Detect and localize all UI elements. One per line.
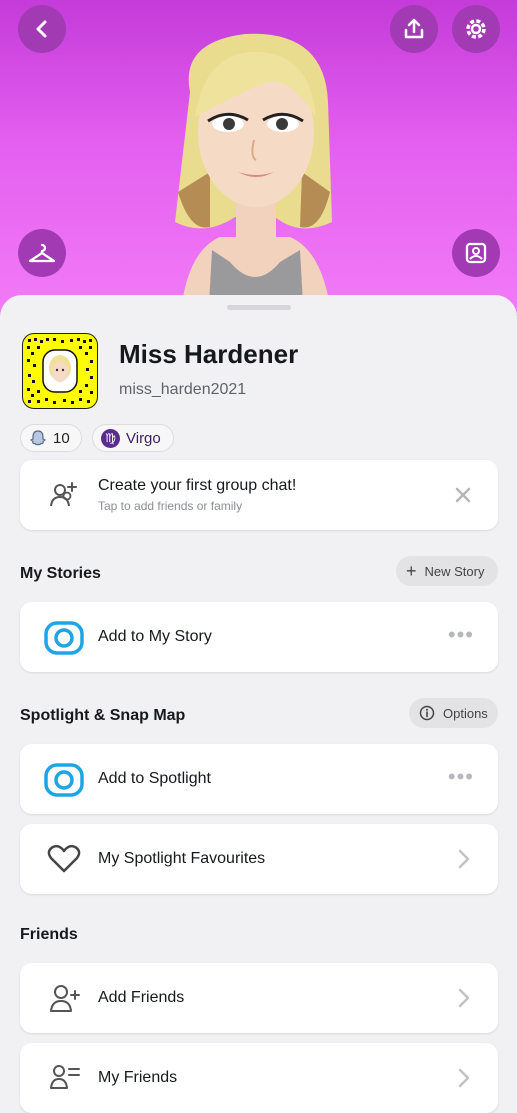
share-icon	[404, 18, 424, 39]
add-to-spotlight-card[interactable]: Add to Spotlight •••	[20, 744, 498, 814]
friends-count-pill[interactable]: 10	[20, 424, 82, 452]
ghost-icon	[29, 430, 47, 446]
settings-icon	[466, 19, 486, 39]
friends-list-icon	[50, 1065, 80, 1089]
friends-title: Friends	[20, 926, 78, 943]
back-icon	[36, 20, 47, 38]
gallery-icon	[465, 242, 487, 264]
selfie-gallery-button[interactable]	[452, 229, 500, 277]
spotlight-favourites-card[interactable]: My Spotlight Favourites	[20, 824, 498, 894]
settings-button[interactable]	[452, 5, 500, 53]
new-group-icon	[50, 482, 77, 507]
add-to-my-story-card[interactable]: Add to My Story •••	[20, 602, 498, 672]
friends-count: 10	[53, 429, 70, 447]
snapcode[interactable]	[22, 333, 98, 409]
spotlight-title: Spotlight & Snap Map	[20, 707, 186, 724]
group-chat-subtitle: Tap to add friends or family	[98, 499, 243, 513]
new-story-label: New Story	[424, 563, 485, 579]
info-icon	[419, 705, 435, 721]
bitmoji-avatar[interactable]	[150, 22, 360, 320]
create-group-chat-card[interactable]: Create your first group chat! Tap to add…	[20, 460, 498, 530]
new-story-button[interactable]: + New Story	[396, 556, 498, 586]
virgo-icon: ♍	[101, 428, 120, 448]
spotlight-options-button[interactable]: Options	[409, 698, 498, 728]
more-options-icon[interactable]: •••	[448, 622, 474, 648]
my-friends-label: My Friends	[98, 1069, 178, 1086]
zodiac-pill[interactable]: ♍ Virgo	[92, 424, 174, 452]
username: miss_harden2021	[119, 381, 247, 398]
add-to-my-story-label: Add to My Story	[98, 628, 212, 645]
add-friend-icon	[50, 985, 80, 1012]
profile-sheet: Miss Hardener miss_harden2021 10 ♍ Virgo…	[0, 295, 517, 1113]
options-label: Options	[443, 705, 488, 721]
my-friends-card[interactable]: My Friends	[20, 1043, 498, 1113]
chevron-right-icon	[458, 988, 470, 1008]
hanger-icon	[28, 243, 56, 263]
camera-icon	[44, 763, 84, 797]
camera-icon	[44, 621, 84, 655]
more-options-icon[interactable]: •••	[448, 764, 474, 790]
heart-icon	[47, 844, 81, 873]
chevron-right-icon	[458, 849, 470, 869]
add-friends-label: Add Friends	[98, 989, 185, 1006]
display-name: Miss Hardener	[119, 339, 299, 369]
zodiac-label: Virgo	[126, 429, 161, 447]
back-button[interactable]	[18, 5, 66, 53]
profile-hero	[0, 0, 517, 320]
share-profile-button[interactable]	[390, 5, 438, 53]
add-friends-card[interactable]: Add Friends	[20, 963, 498, 1033]
outfit-button[interactable]	[18, 229, 66, 277]
group-chat-title: Create your first group chat!	[98, 477, 297, 494]
snapcode-pattern	[27, 338, 93, 404]
add-to-spotlight-label: Add to Spotlight	[98, 770, 211, 787]
drag-handle[interactable]	[227, 305, 291, 310]
spotlight-favourites-label: My Spotlight Favourites	[98, 850, 266, 867]
chevron-right-icon	[458, 1068, 470, 1088]
close-icon[interactable]	[455, 487, 471, 503]
plus-icon: +	[406, 560, 417, 581]
my-stories-title: My Stories	[20, 565, 101, 582]
